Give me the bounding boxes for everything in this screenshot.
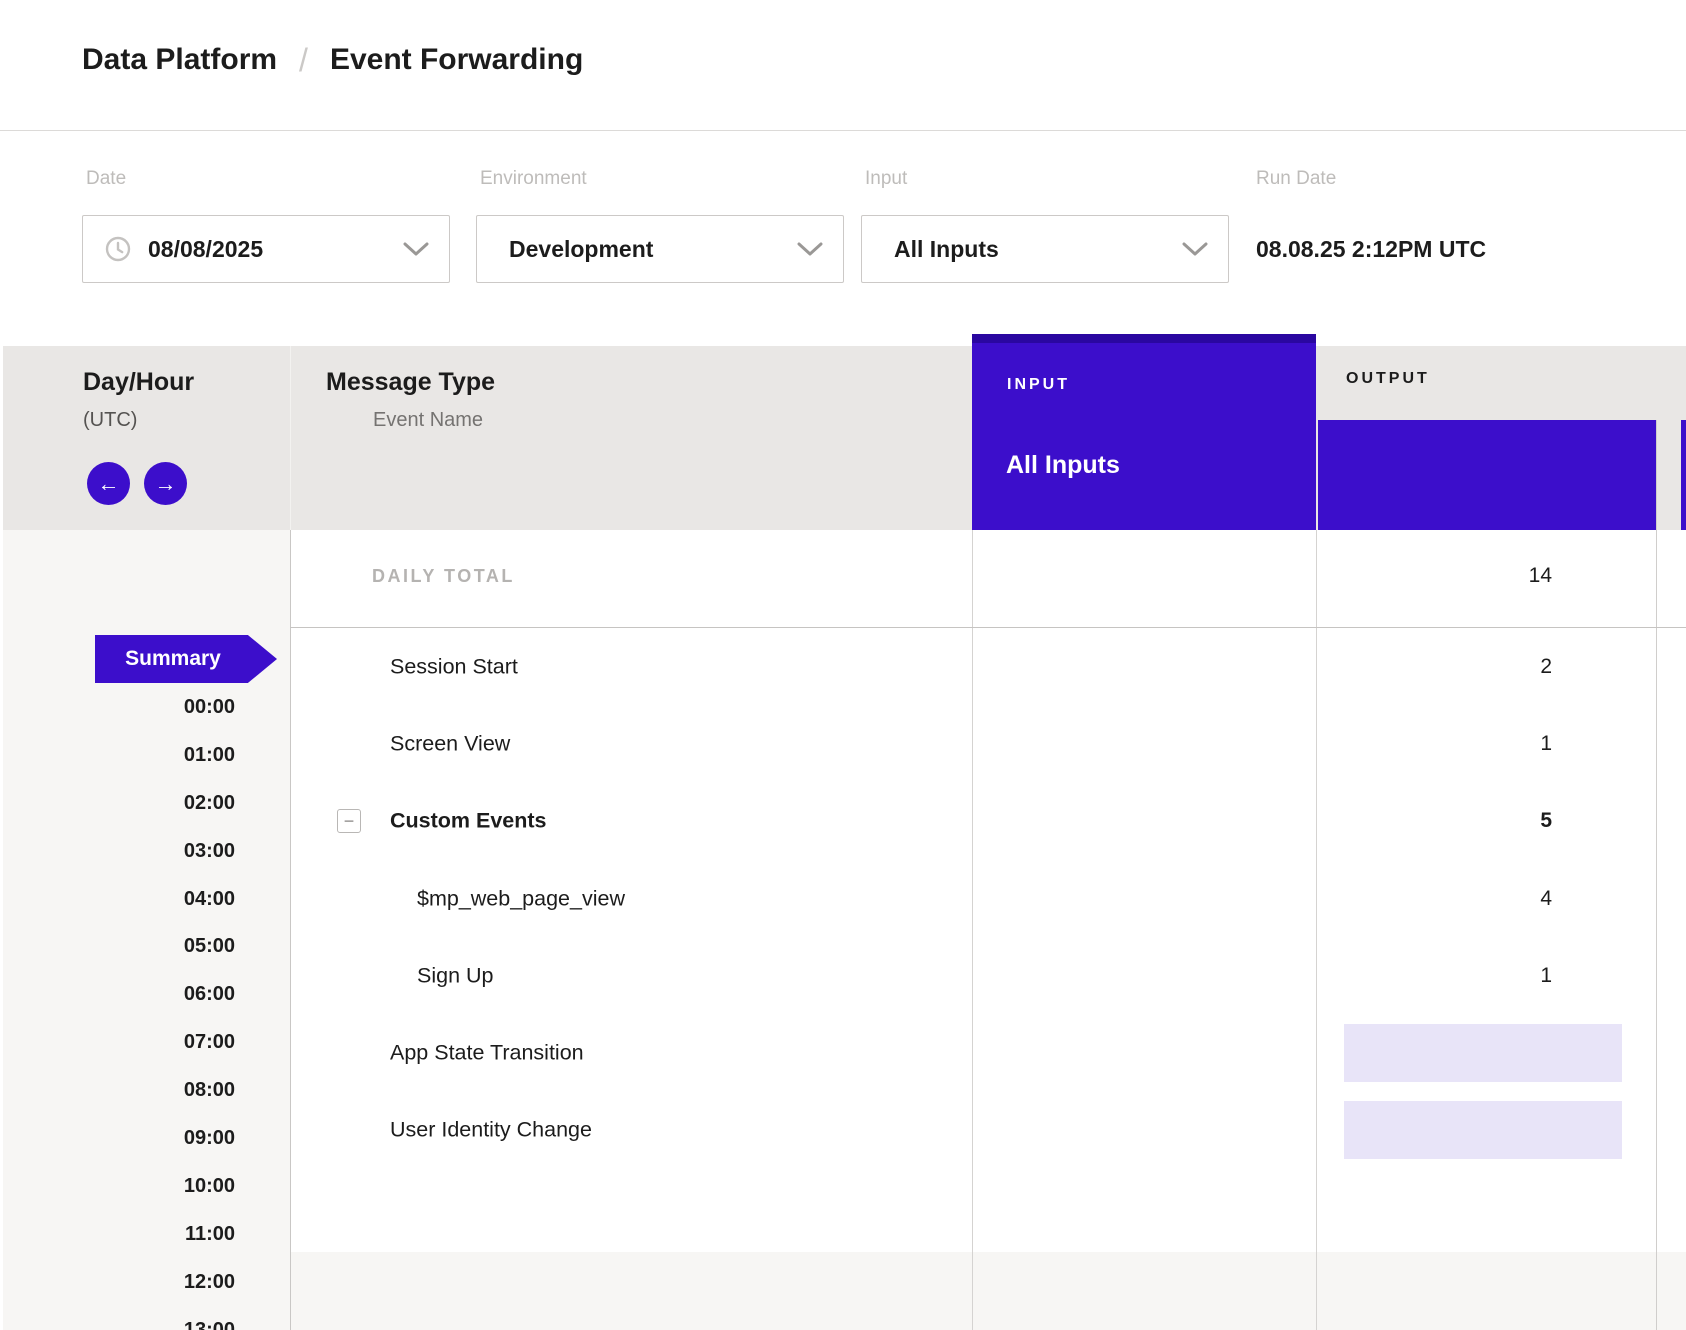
previous-day-button[interactable]: ← (87, 462, 130, 505)
collapse-minus-icon[interactable]: − (337, 809, 361, 833)
chevron-down-icon (403, 242, 429, 257)
input-group-label: INPUT (1007, 376, 1070, 394)
table-row: User Identity Change20 (290, 1092, 1686, 1169)
output-value: 1 (1316, 732, 1686, 756)
input-filter-select[interactable]: All Inputs (861, 215, 1229, 283)
hour-label[interactable]: 08:00 (0, 1067, 235, 1115)
hour-label[interactable]: 09:00 (0, 1115, 235, 1163)
hour-label[interactable]: 00:00 (0, 684, 235, 732)
arrow-right-icon: → (155, 471, 177, 497)
hour-label[interactable]: 13:00 (0, 1307, 235, 1330)
summary-tab-label: Summary (125, 647, 221, 671)
date-filter-label: Date (86, 168, 126, 190)
breadcrumb-section[interactable]: Data Platform (82, 43, 277, 77)
hour-label[interactable]: 07:00 (0, 1019, 235, 1067)
row-label: Screen View (390, 731, 510, 756)
chevron-down-icon (797, 242, 823, 257)
next-day-button[interactable]: → (144, 462, 187, 505)
breadcrumb-separator: / (299, 42, 308, 79)
hour-label[interactable]: 04:00 (0, 876, 235, 924)
hour-label[interactable]: 11:00 (0, 1211, 235, 1259)
table-row: App State Transition41 (290, 1014, 1686, 1091)
table-row: −Custom Events55 (290, 783, 1686, 860)
output-value: 5 (1316, 809, 1686, 833)
hour-label[interactable]: 03:00 (0, 828, 235, 876)
input-filter-value: All Inputs (894, 236, 999, 263)
chevron-down-icon (1182, 242, 1208, 257)
input-selected-name: All Inputs (1006, 451, 1120, 480)
row-label: $mp_web_page_view (417, 886, 625, 911)
next-output-column-sliver (1681, 420, 1686, 530)
table-rows: Session Start22Screen View11−Custom Even… (290, 628, 1686, 1169)
hour-label[interactable]: 12:00 (0, 1259, 235, 1307)
event-name-subtitle: Event Name (373, 409, 483, 432)
mixpanel-column-header[interactable]: Mixpanel Mixpanel MB Music Finder (1318, 420, 1656, 530)
daily-total-row: DAILY TOTAL 14 9 (290, 530, 1686, 628)
summary-tab[interactable]: Summary (95, 635, 277, 683)
output-value: 4 (1316, 887, 1686, 911)
daily-total-label: DAILY TOTAL (372, 566, 515, 587)
run-date-value: 08.08.25 2:12PM UTC (1256, 236, 1486, 263)
row-label: Custom Events (390, 809, 547, 834)
output-group-label: OUTPUT (1346, 370, 1430, 388)
hour-list: 00:0001:0002:0003:0004:0005:0006:0007:00… (0, 684, 235, 1330)
event-forwarding-page: Data Platform / Event Forwarding Date En… (0, 0, 1686, 1330)
row-label: Sign Up (417, 963, 494, 988)
clock-icon (105, 236, 131, 262)
output-value: 1 (1316, 1041, 1686, 1065)
day-hour-subtitle: (UTC) (83, 409, 137, 432)
arrow-left-icon: ← (98, 471, 120, 497)
hour-label[interactable]: 02:00 (0, 780, 235, 828)
input-filter-label: Input (865, 168, 907, 190)
table-row: Session Start22 (290, 628, 1686, 705)
table-row: Screen View11 (290, 705, 1686, 782)
day-hour-header: Day/Hour (83, 368, 194, 397)
message-type-header: Message Type (326, 368, 495, 397)
output-value: 0 (1316, 1118, 1686, 1142)
row-label: App State Transition (390, 1041, 584, 1066)
environment-filter-select[interactable]: Development (476, 215, 844, 283)
breadcrumb-page: Event Forwarding (330, 43, 583, 77)
environment-filter-value: Development (509, 236, 653, 263)
output-value: 1 (1316, 964, 1686, 988)
column-divider (290, 346, 291, 530)
hour-label[interactable]: 10:00 (0, 1163, 235, 1211)
date-filter-value: 08/08/2025 (148, 236, 263, 263)
table-row: Sign Up11 (290, 937, 1686, 1014)
output-value: 2 (1316, 655, 1686, 679)
environment-filter-label: Environment (480, 168, 587, 190)
hour-label[interactable]: 05:00 (0, 923, 235, 971)
run-date-label: Run Date (1256, 168, 1336, 190)
hour-label[interactable]: 01:00 (0, 732, 235, 780)
date-filter-select[interactable]: 08/08/2025 (82, 215, 450, 283)
input-column-header[interactable]: INPUT All Inputs (972, 334, 1316, 530)
top-bar: Data Platform / Event Forwarding (0, 0, 1686, 131)
table-row: $mp_web_page_view44 (290, 860, 1686, 937)
row-label: User Identity Change (390, 1118, 592, 1143)
daily-total-output-value: 9 (1316, 564, 1686, 588)
breadcrumb: Data Platform / Event Forwarding (82, 40, 583, 80)
row-label: Session Start (390, 654, 518, 679)
hour-label[interactable]: 06:00 (0, 971, 235, 1019)
table-footer-band (290, 1252, 1686, 1330)
